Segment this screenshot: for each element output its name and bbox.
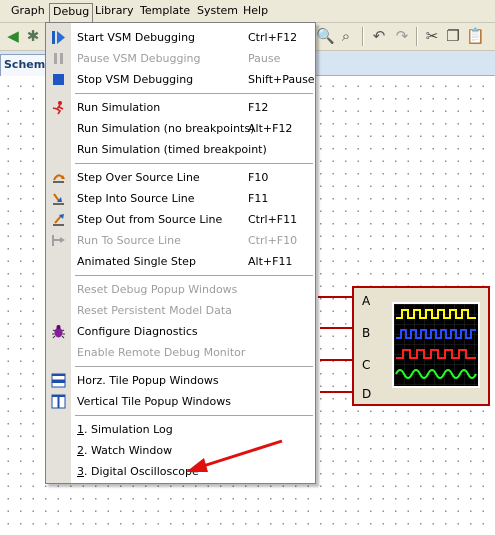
menu-item-shortcut: Alt+F11 (248, 255, 293, 268)
zoom-in-icon[interactable]: 🔍 (316, 27, 335, 45)
menu-item-label: Vertical Tile Popup Windows (77, 395, 231, 408)
menu-item-shortcut: Ctrl+F11 (248, 213, 298, 226)
menu-item-step-out-from-source-line[interactable]: Step Out from Source Line Ctrl+F11 (46, 209, 315, 230)
menu-item-reset-debug-popup-windows: Reset Debug Popup Windows (46, 279, 315, 300)
menu-item-reset-persistent-model-data: Reset Persistent Model Data (46, 300, 315, 321)
menu-item-label: Run Simulation (no breakpoints) (77, 122, 255, 135)
menu-item-label: Run Simulation (77, 101, 161, 114)
menu-item-stop-vsm-debugging[interactable]: Stop VSM Debugging Shift+Pause (46, 69, 315, 90)
menu-template[interactable]: Template (137, 3, 193, 19)
debug-menu-dropdown: Start VSM Debugging Ctrl+F12 Pause VSM Deb… (45, 22, 316, 484)
vert-tile-icon (51, 394, 66, 409)
menu-item-step-over-source-line[interactable]: Step Over Source Line F10 (46, 167, 315, 188)
menu-separator (75, 93, 313, 94)
step-over-icon (51, 170, 66, 185)
menu-item-label: Reset Debug Popup Windows (77, 283, 238, 296)
menu-item-animated-single-step[interactable]: Animated Single Step Alt+F11 (46, 251, 315, 272)
menu-system[interactable]: System (194, 3, 241, 19)
menu-item-label: Horz. Tile Popup Windows (77, 374, 219, 387)
step-out-icon (51, 212, 66, 227)
toolbar-separator (362, 27, 364, 46)
menu-item-label: Step Into Source Line (77, 192, 195, 205)
menu-item-run-simulation-no-breakpoints[interactable]: Run Simulation (no breakpoints) Alt+F12 (46, 118, 315, 139)
menu-item-shortcut: Pause (248, 52, 281, 65)
menu-help[interactable]: Help (240, 3, 271, 19)
pin-label-c: C (362, 358, 371, 372)
paste-icon[interactable]: 📋 (466, 27, 485, 45)
play-icon (51, 30, 66, 45)
cut-icon[interactable]: ✂ (423, 27, 441, 45)
menu-item-label: Configure Diagnostics (77, 325, 198, 338)
menu-item-label: 1. Simulation Log (77, 423, 173, 436)
menu-item-label: Enable Remote Debug Monitor (77, 346, 246, 359)
menu-separator (75, 275, 313, 276)
menu-debug[interactable]: Debug (49, 3, 94, 23)
component-icon[interactable]: ✱ (24, 27, 42, 45)
wire-d (320, 391, 352, 393)
menu-item-label: Animated Single Step (77, 255, 196, 268)
menu-item-label: Start VSM Debugging (77, 31, 196, 44)
menu-bar: Graph Debug Library Template System Help (0, 0, 495, 23)
stop-icon (51, 72, 66, 87)
undo-icon[interactable]: ↶ (370, 27, 388, 45)
menu-item-label: Run Simulation (timed breakpoint) (77, 143, 267, 156)
bug-icon (51, 324, 66, 339)
menu-item-label: Pause VSM Debugging (77, 52, 201, 65)
menu-item-shortcut: Shift+Pause (248, 73, 315, 86)
menu-item-shortcut: F10 (248, 171, 269, 184)
menu-item-shortcut: F11 (248, 192, 269, 205)
menu-item-label: Run To Source Line (77, 234, 181, 247)
pin-label-b: B (362, 326, 371, 340)
menu-item-configure-diagnostics[interactable]: Configure Diagnostics (46, 321, 315, 342)
menu-separator (75, 366, 313, 367)
menu-item-vertical-tile-popup-windows[interactable]: Vertical Tile Popup Windows (46, 391, 315, 412)
annotation-arrow-icon (186, 439, 283, 472)
oscilloscope-component[interactable]: A B C D (352, 286, 490, 406)
step-into-icon (51, 191, 66, 206)
menu-item-pause-vsm-debugging: Pause VSM Debugging Pause (46, 48, 315, 69)
zoom-area-icon[interactable]: ⌕ (337, 27, 355, 45)
pause-icon (51, 51, 66, 66)
menu-graph[interactable]: Graph (8, 3, 48, 19)
menu-item-shortcut: Alt+F12 (248, 122, 293, 135)
menu-item-label: 2. Watch Window (77, 444, 173, 457)
menu-item-label: Step Over Source Line (77, 171, 200, 184)
menu-item-shortcut: Ctrl+F10 (248, 234, 298, 247)
menu-item-start-vsm-debugging[interactable]: Start VSM Debugging Ctrl+F12 (46, 27, 315, 48)
oscilloscope-screen (392, 302, 480, 388)
pin-label-a: A (362, 294, 371, 308)
menu-separator (75, 415, 313, 416)
menu-item-shortcut: F12 (248, 101, 269, 114)
menu-item-step-into-source-line[interactable]: Step Into Source Line F11 (46, 188, 315, 209)
run-to-line-icon (51, 233, 66, 248)
menu-item-label: Step Out from Source Line (77, 213, 223, 226)
wire-a (318, 296, 352, 298)
menu-item-run-to-source-line: Run To Source Line Ctrl+F10 (46, 230, 315, 251)
menu-item-shortcut: Ctrl+F12 (248, 31, 298, 44)
menu-item-horz-tile-popup-windows[interactable]: Horz. Tile Popup Windows (46, 370, 315, 391)
redo-icon[interactable]: ↷ (393, 27, 411, 45)
toolbar-separator (416, 27, 418, 46)
menu-library[interactable]: Library (92, 3, 136, 19)
pin-label-d: D (362, 387, 372, 401)
menu-item-run-simulation[interactable]: Run Simulation F12 (46, 97, 315, 118)
menu-item-run-simulation-timed-breakpoint[interactable]: Run Simulation (timed breakpoint) (46, 139, 315, 160)
wire-b (320, 327, 352, 329)
oscilloscope-traces (394, 304, 478, 386)
run-icon (51, 100, 66, 115)
copy-icon[interactable]: ❐ (444, 27, 462, 45)
menu-item-label: Reset Persistent Model Data (77, 304, 232, 317)
menu-item-enable-remote-debug-monitor: Enable Remote Debug Monitor (46, 342, 315, 363)
menu-separator (75, 163, 313, 164)
wire-c (320, 359, 352, 361)
menu-item-label: Stop VSM Debugging (77, 73, 194, 86)
horz-tile-icon (51, 373, 66, 388)
back-icon[interactable]: ◀ (4, 27, 22, 45)
